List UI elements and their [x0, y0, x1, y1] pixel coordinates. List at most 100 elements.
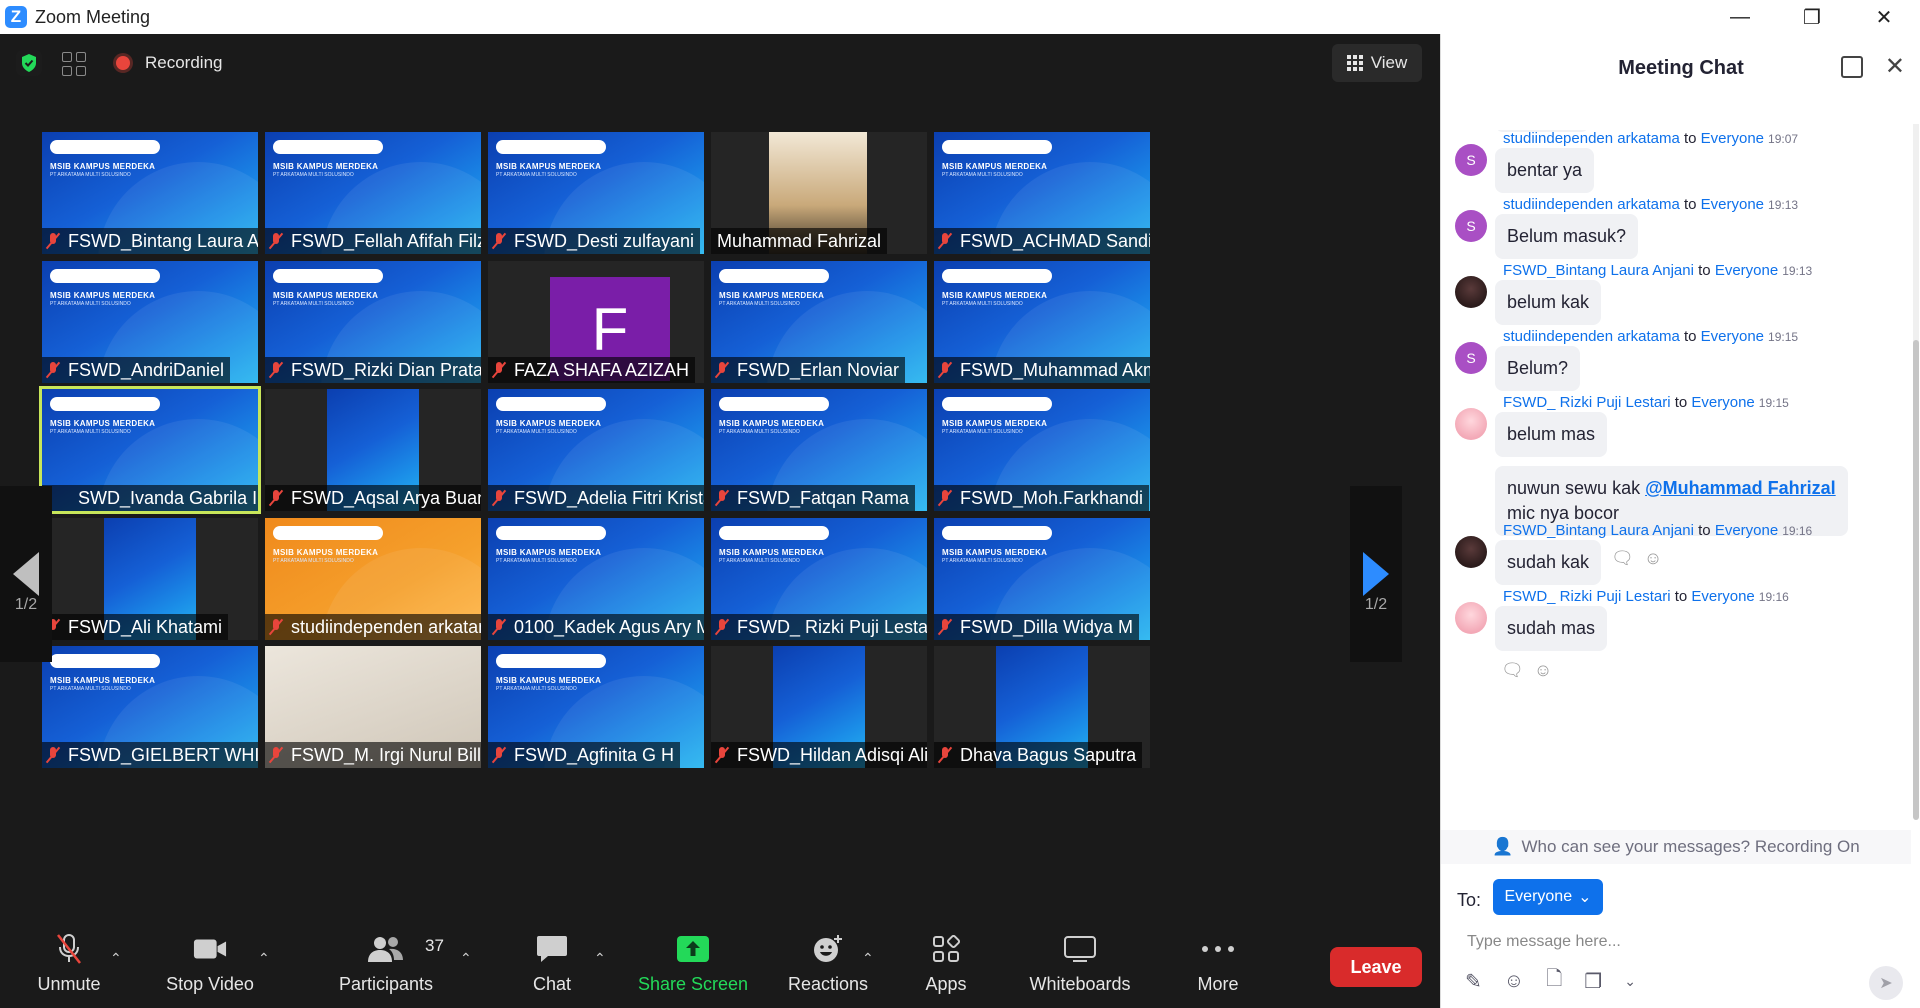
video-tile[interactable]: Dhava Bagus Saputra	[934, 646, 1150, 768]
video-tile[interactable]: MSIB KAMPUS MERDEKA PT ARKATAMA MULTI SOL…	[488, 646, 704, 768]
popout-icon[interactable]	[1841, 56, 1863, 78]
reply-icon[interactable]: 🗨	[1611, 548, 1634, 568]
participants-button[interactable]: 37 Participants	[336, 920, 444, 1008]
sender-avatar[interactable]	[1455, 536, 1487, 568]
video-tile[interactable]: MSIB KAMPUS MERDEKA PT ARKATAMA MULTI SOL…	[488, 389, 704, 511]
audio-options-caret-icon[interactable]: ⌃	[110, 950, 122, 967]
video-tile[interactable]: MSIB KAMPUS MERDEKA PT ARKATAMA MULTI SOL…	[711, 261, 927, 383]
sender-name[interactable]: FSWD_ Rizki Puji Lestari	[1503, 588, 1671, 605]
video-tile[interactable]: MSIB KAMPUS MERDEKA PT ARKATAMA MULTI SOL…	[711, 518, 927, 640]
chevron-down-icon[interactable]: ⌄	[1624, 973, 1636, 990]
video-tile[interactable]: MSIB KAMPUS MERDEKA PT ARKATAMA MULTI SOL…	[488, 132, 704, 254]
close-icon[interactable]: ✕	[1885, 52, 1905, 81]
message-bubble[interactable]: sudah kak	[1495, 540, 1602, 585]
more-button[interactable]: More	[1188, 920, 1248, 1008]
participants-options-caret-icon[interactable]: ⌃	[460, 950, 472, 967]
message-reaction-icons[interactable]: 🗨 ☺	[1501, 660, 1552, 681]
previous-page-button[interactable]: 1/2	[0, 486, 52, 662]
message-bubble[interactable]: sudah mas	[1495, 606, 1608, 651]
recipient-name: Everyone	[1691, 394, 1755, 411]
video-tile[interactable]: MSIB KAMPUS MERDEKA PT ARKATAMA MULTI SOL…	[488, 518, 704, 640]
message-bubble[interactable]: Belum?	[1495, 346, 1581, 391]
apps-button[interactable]: Apps	[918, 920, 974, 1008]
apps-grid-icon	[929, 934, 963, 964]
video-tile[interactable]: MSIB KAMPUS MERDEKA PT ARKATAMA MULTI SOL…	[934, 261, 1150, 383]
slide-title: MSIB KAMPUS MERDEKA	[719, 548, 825, 557]
mic-muted-icon	[938, 746, 952, 764]
video-tile[interactable]: MSIB KAMPUS MERDEKA PT ARKATAMA MULTI SOL…	[934, 389, 1150, 511]
video-tile[interactable]: MSIB KAMPUS MERDEKA PT ARKATAMA MULTI SOL…	[934, 518, 1150, 640]
sender-name[interactable]: FSWD_Bintang Laura Anjani	[1503, 522, 1694, 539]
meeting-info-grid-icon[interactable]	[62, 52, 86, 76]
sender-name[interactable]: studiindependen arkatama	[1503, 130, 1680, 147]
mention-link[interactable]: @Muhammad Fahrizal	[1645, 478, 1836, 498]
emoji-icon[interactable]: ☺	[1534, 660, 1552, 680]
screenshot-icon[interactable]: ❐	[1584, 969, 1602, 994]
video-tile[interactable]: FSWD_Aqsal Arya Buana	[265, 389, 481, 511]
mic-muted-icon	[269, 618, 283, 636]
message-bubble[interactable]: bentar ya	[1495, 148, 1595, 193]
video-tile[interactable]: FSWD_Ali Khatami	[42, 518, 258, 640]
emoji-icon[interactable]: ☺	[1504, 970, 1524, 993]
chat-messages[interactable]: studiindependen arkatama to Everyone 19:0…	[1441, 130, 1911, 852]
sender-avatar[interactable]	[1455, 276, 1487, 308]
chat-visibility-info[interactable]: 👤 Who can see your messages? Recording O…	[1441, 830, 1911, 864]
video-tile[interactable]: F FAZA SHAFA AZIZAH	[488, 261, 704, 383]
mic-muted-icon	[938, 489, 952, 507]
sender-name[interactable]: studiindependen arkatama	[1503, 196, 1680, 213]
chat-button[interactable]: Chat	[522, 920, 582, 1008]
recording-dot-icon	[116, 56, 130, 70]
video-tile[interactable]: MSIB KAMPUS MERDEKA PT ARKATAMA MULTI SOL…	[711, 389, 927, 511]
message-text: mic nya bocor	[1507, 503, 1620, 523]
chat-message-input[interactable]	[1465, 924, 1889, 960]
reactions-options-caret-icon[interactable]: ⌃	[862, 950, 874, 967]
message-bubble[interactable]: Belum masuk?	[1495, 214, 1639, 259]
slide-title: MSIB KAMPUS MERDEKA	[50, 419, 156, 428]
leave-button[interactable]: Leave	[1330, 947, 1422, 987]
video-tile[interactable]: MSIB KAMPUS MERDEKA PT ARKATAMA MULTI SOL…	[265, 132, 481, 254]
video-tile[interactable]: MSIB KAMPUS MERDEKA PT ARKATAMA MULTI SOL…	[39, 386, 261, 514]
whiteboards-button[interactable]: Whiteboards	[1020, 920, 1140, 1008]
sender-avatar[interactable]: S	[1455, 342, 1487, 374]
message-reaction-icons[interactable]: 🗨 ☺	[1611, 548, 1662, 569]
message-bubble[interactable]: belum mas	[1495, 412, 1608, 457]
video-tile[interactable]: MSIB KAMPUS MERDEKA PT ARKATAMA MULTI SOL…	[42, 646, 258, 768]
chat-scrollbar-thumb[interactable]	[1913, 340, 1919, 820]
chat-options-caret-icon[interactable]: ⌃	[594, 950, 606, 967]
send-icon[interactable]: ➤	[1869, 966, 1903, 1000]
sender-name[interactable]: FSWD_Bintang Laura Anjani	[1503, 262, 1694, 279]
sender-avatar[interactable]: S	[1455, 210, 1487, 242]
video-tile[interactable]: MSIB KAMPUS MERDEKA PT ARKATAMA MULTI SOL…	[265, 518, 481, 640]
participant-name: FSWD_GIELBERT WHILTON	[68, 744, 258, 765]
share-screen-button[interactable]: Share Screen	[636, 920, 750, 1008]
sender-avatar[interactable]	[1455, 408, 1487, 440]
unmute-button[interactable]: Unmute	[28, 920, 110, 1008]
sender-name[interactable]: FSWD_ Rizki Puji Lestari	[1503, 394, 1671, 411]
video-tile[interactable]: Muhammad Fahrizal	[711, 132, 927, 254]
encryption-shield-icon[interactable]	[16, 50, 42, 76]
sender-avatar[interactable]: S	[1455, 144, 1487, 176]
emoji-icon[interactable]: ☺	[1644, 548, 1662, 568]
video-tile[interactable]: MSIB KAMPUS MERDEKA PT ARKATAMA MULTI SOL…	[42, 261, 258, 383]
video-options-caret-icon[interactable]: ⌃	[258, 950, 270, 967]
video-tile[interactable]: MSIB KAMPUS MERDEKA PT ARKATAMA MULTI SOL…	[42, 132, 258, 254]
stop-video-button[interactable]: Stop Video	[160, 920, 260, 1008]
restore-button[interactable]: ❐	[1776, 0, 1848, 34]
recipient-select[interactable]: Everyone ⌄	[1493, 879, 1603, 915]
message-header: studiindependen arkatama to Everyone 19:1…	[1503, 328, 1798, 345]
reply-icon[interactable]: 🗨	[1501, 660, 1524, 680]
participant-name: FSWD_Fellah Afifah Filza...	[291, 230, 481, 251]
sender-name[interactable]: studiindependen arkatama	[1503, 328, 1680, 345]
file-icon[interactable]: 🗋	[1546, 964, 1562, 998]
view-button[interactable]: View	[1332, 44, 1422, 82]
close-window-button[interactable]: ✕	[1848, 0, 1920, 34]
message-bubble[interactable]: belum kak	[1495, 280, 1602, 325]
video-tile[interactable]: FSWD_Hildan Adisqi Ali H...	[711, 646, 927, 768]
next-page-button[interactable]: 1/2	[1350, 486, 1402, 662]
minimize-button[interactable]: —	[1704, 0, 1776, 34]
format-text-icon[interactable]: ✎	[1465, 969, 1482, 994]
sender-avatar[interactable]	[1455, 602, 1487, 634]
video-tile[interactable]: MSIB KAMPUS MERDEKA PT ARKATAMA MULTI SOL…	[265, 261, 481, 383]
video-tile[interactable]: MSIB KAMPUS MERDEKA PT ARKATAMA MULTI SOL…	[934, 132, 1150, 254]
video-tile[interactable]: FSWD_M. Irgi Nurul Billah	[265, 646, 481, 768]
